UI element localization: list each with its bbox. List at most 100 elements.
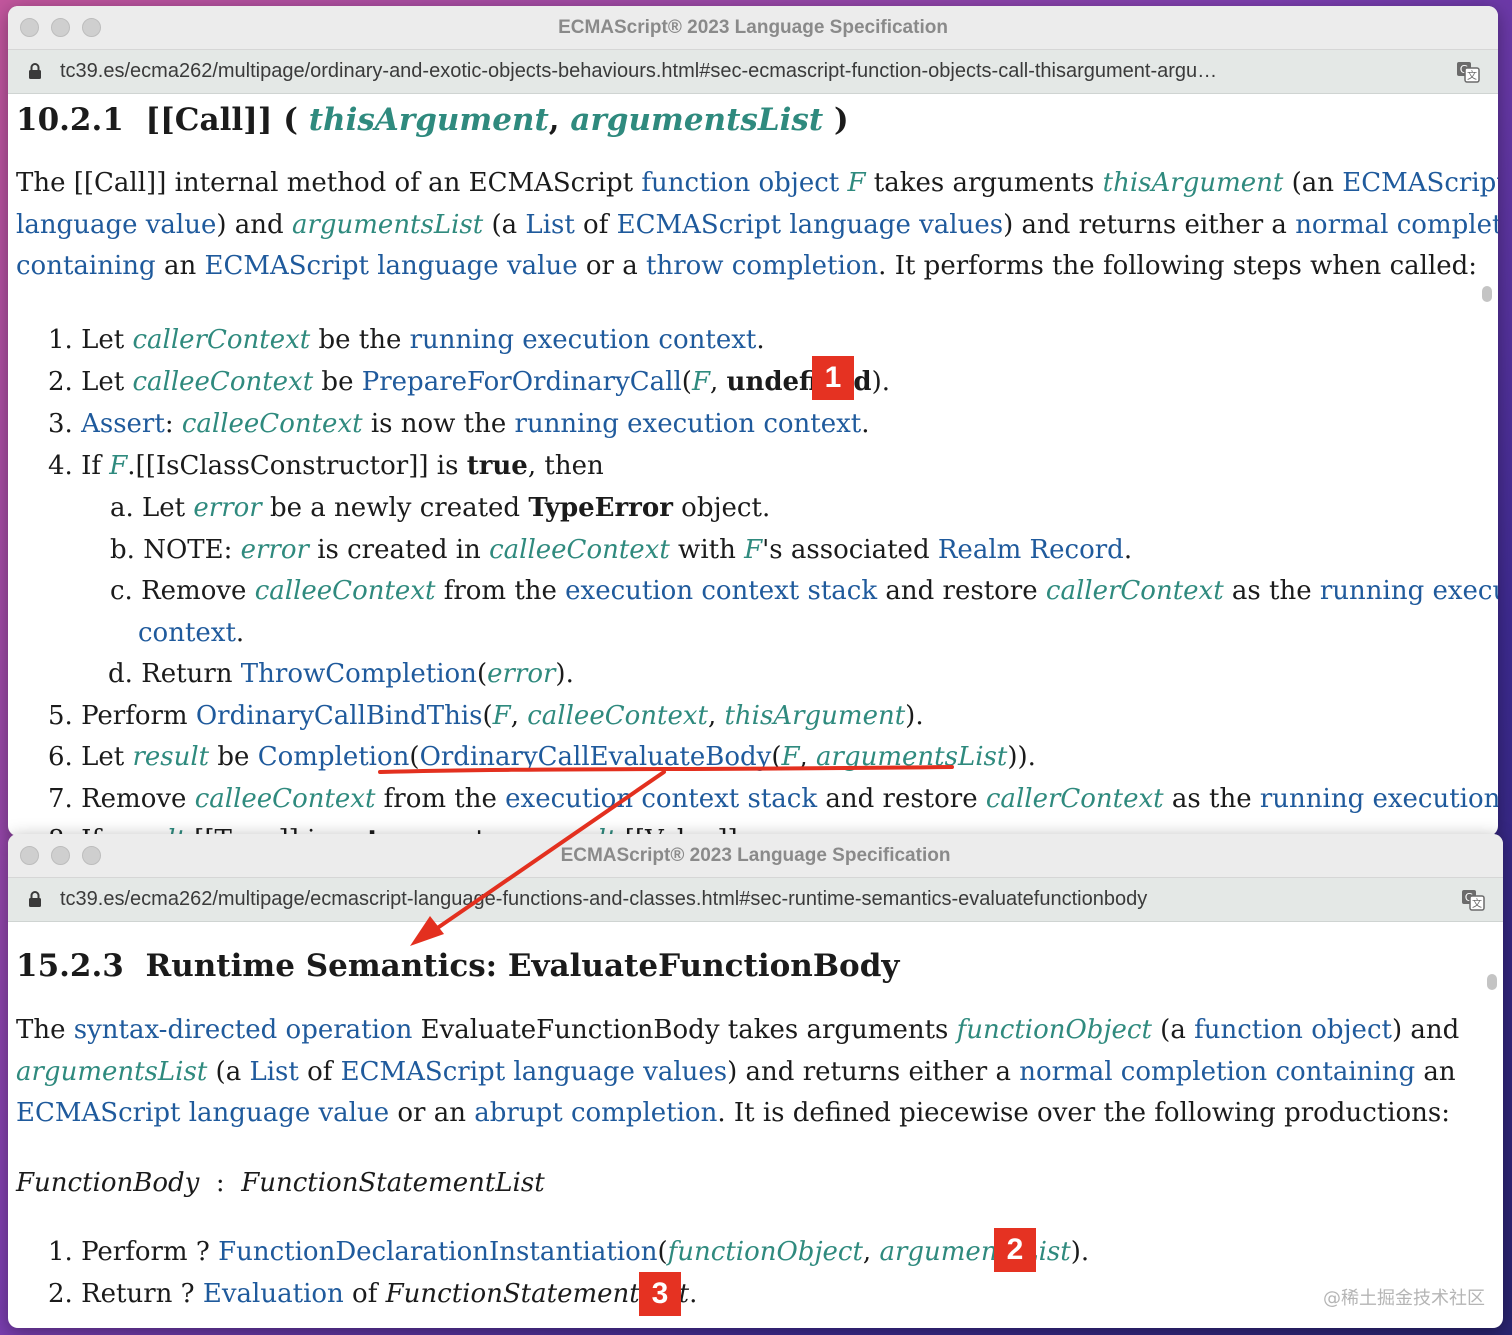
var-thisArgument[interactable]: thisArgument — [724, 701, 905, 731]
var-F[interactable]: F — [781, 742, 799, 772]
translate-icon[interactable]: G 文 — [1456, 60, 1480, 84]
link-throw-completion[interactable]: throw completion — [646, 251, 878, 281]
link-Evaluation[interactable]: Evaluation — [203, 1279, 344, 1309]
text: be a newly created — [261, 493, 529, 523]
link-ecmascript[interactable]: ECMAScript — [1342, 168, 1498, 198]
var-thisArgument[interactable]: thisArgument — [1103, 168, 1284, 198]
link-normal-completion-containing[interactable]: normal completion containing — [1019, 1057, 1415, 1087]
link-Realm-Record[interactable]: Realm Record — [938, 535, 1124, 565]
text: takes arguments — [865, 168, 1103, 198]
var-error[interactable]: error — [487, 659, 555, 689]
text: and restore — [817, 784, 986, 814]
var-functionObject[interactable]: functionObject — [957, 1015, 1152, 1045]
browser-window-call: ECMAScript® 2023 Language Specification … — [8, 6, 1498, 836]
var-F[interactable]: F — [109, 451, 127, 481]
var-callerContext[interactable]: callerContext — [132, 325, 310, 355]
address-bar[interactable]: tc39.es/ecma262/multipage/ecmascript-lan… — [8, 878, 1503, 922]
var-calleeContext[interactable]: calleeContext — [182, 409, 363, 439]
var-argumentsList[interactable]: argumentsList — [816, 742, 1007, 772]
link-Completion[interactable]: Completion — [258, 742, 410, 772]
link-normal-completion[interactable]: normal completion — [1295, 210, 1498, 240]
link-function-object[interactable]: function object — [641, 168, 839, 198]
link-execution-context-stack[interactable]: execution context stack — [505, 784, 817, 814]
text: or an — [389, 1098, 475, 1129]
link-containing[interactable]: containing — [16, 251, 156, 281]
value-true: true — [466, 451, 528, 481]
link-syntax-directed-operation[interactable]: syntax-directed operation — [74, 1015, 413, 1045]
param-argumentsList[interactable]: argumentsList — [570, 102, 823, 138]
var-F[interactable]: F — [692, 367, 710, 397]
link-context[interactable]: context — [138, 618, 236, 648]
link-ecmascript-language-value[interactable]: ECMAScript language value — [16, 1098, 389, 1128]
var-error[interactable]: error — [241, 535, 309, 565]
text: as the — [1163, 784, 1260, 814]
param-thisArgument[interactable]: thisArgument — [309, 102, 549, 138]
text: (a — [483, 209, 526, 240]
svg-text:文: 文 — [1467, 69, 1477, 82]
var-calleeContext[interactable]: calleeContext — [489, 535, 670, 565]
var-F[interactable]: F — [847, 168, 865, 198]
var-callerContext[interactable]: callerContext — [1046, 576, 1224, 606]
var-argumentsList[interactable]: argumentsList — [16, 1057, 207, 1087]
step-number: 6. — [48, 742, 73, 772]
var-argumentsList[interactable]: argumentsList — [292, 210, 483, 240]
url-text[interactable]: tc39.es/ecma262/multipage/ecmascript-lan… — [60, 888, 1147, 911]
url-text[interactable]: tc39.es/ecma262/multipage/ordinary-and-e… — [60, 60, 1217, 83]
var-calleeContext[interactable]: calleeContext — [195, 784, 376, 814]
var-error[interactable]: error — [193, 493, 261, 523]
text: ) and — [1391, 1015, 1460, 1045]
browser-window-evaluatefunctionbody: ECMAScript® 2023 Language Specification … — [8, 834, 1503, 1328]
link-language-value[interactable]: language value — [16, 210, 216, 240]
link-OrdinaryCallBindThis[interactable]: OrdinaryCallBindThis — [196, 701, 483, 731]
var-result[interactable]: result — [132, 742, 209, 772]
var-calleeContext[interactable]: calleeContext — [132, 367, 313, 397]
text: from the — [435, 576, 566, 606]
scrollbar-thumb[interactable] — [1482, 286, 1492, 302]
translate-icon[interactable]: G 文 — [1461, 888, 1485, 912]
step-number: 7. — [48, 784, 73, 814]
text: or a — [577, 251, 646, 282]
text: of — [574, 209, 617, 240]
link-running-execution[interactable]: running execution — [1320, 576, 1498, 606]
var-calleeContext[interactable]: calleeContext — [255, 576, 436, 606]
link-abrupt-completion[interactable]: abrupt completion — [474, 1098, 717, 1128]
value-TypeError: TypeError — [528, 493, 673, 523]
link-execution-context-stack[interactable]: execution context stack — [565, 576, 877, 606]
text: ( — [482, 701, 493, 731]
var-F[interactable]: F — [493, 701, 511, 731]
var-functionObject[interactable]: functionObject — [668, 1237, 863, 1267]
address-bar[interactable]: tc39.es/ecma262/multipage/ordinary-and-e… — [8, 50, 1498, 94]
scrollbar-thumb[interactable] — [1487, 974, 1497, 990]
step-number: 1. — [48, 1237, 73, 1267]
text: ). — [871, 367, 891, 397]
text: Remove — [81, 784, 195, 814]
var-calleeContext[interactable]: calleeContext — [527, 701, 708, 731]
link-list[interactable]: List — [525, 210, 574, 240]
link-PrepareForOrdinaryCall[interactable]: PrepareForOrdinaryCall — [362, 367, 682, 397]
link-list[interactable]: List — [249, 1057, 298, 1087]
text: Let — [81, 742, 133, 772]
text: Let — [142, 493, 194, 523]
link-Assert[interactable]: Assert — [81, 409, 165, 439]
link-ecmascript-language-values[interactable]: ECMAScript language values — [341, 1057, 727, 1087]
step-4b: b. NOTE: error is created in calleeConte… — [110, 534, 1132, 566]
link-running-execution-context[interactable]: running execution context — [410, 325, 757, 355]
text: ). — [555, 659, 574, 689]
step-number: 4. — [48, 451, 73, 481]
section-number: 15.2.3 — [16, 948, 124, 984]
link-ecmascript-language-value[interactable]: ECMAScript language value — [204, 251, 577, 281]
link-running-execution-context[interactable]: running execution context — [1260, 784, 1498, 814]
link-ThrowCompletion[interactable]: ThrowCompletion — [241, 659, 477, 689]
link-function-object[interactable]: function object — [1194, 1015, 1392, 1045]
link-FunctionDeclarationInstantiation[interactable]: FunctionDeclarationInstantiation — [218, 1237, 657, 1267]
grammar-production: FunctionBody : FunctionStatementList — [16, 1167, 545, 1199]
var-callerContext[interactable]: callerContext — [986, 784, 1164, 814]
var-argumentsList[interactable]: argumentsList — [879, 1237, 1070, 1267]
text: of — [343, 1279, 386, 1309]
page-content: 10.2.1 [[Call]] ( thisArgument, argument… — [8, 94, 1498, 836]
link-running-execution-context[interactable]: running execution context — [515, 409, 862, 439]
step-number: 5. — [48, 701, 73, 731]
link-OrdinaryCallEvaluateBody[interactable]: OrdinaryCallEvaluateBody — [420, 742, 772, 772]
link-ecmascript-language-values[interactable]: ECMAScript language values — [617, 210, 1003, 240]
var-F[interactable]: F — [744, 535, 762, 565]
